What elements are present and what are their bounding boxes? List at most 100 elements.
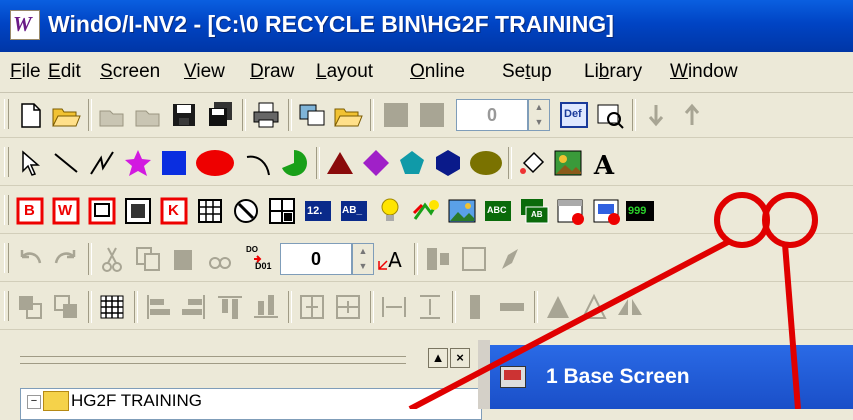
- bit-button-icon[interactable]: B: [14, 195, 46, 227]
- save-all-icon[interactable]: [204, 99, 236, 131]
- multi-state-lamp-icon[interactable]: [266, 195, 298, 227]
- redo-icon: [50, 243, 82, 275]
- menu-screen[interactable]: Screen: [100, 61, 160, 83]
- align-bottom-edges-icon: [250, 291, 282, 323]
- print-icon[interactable]: [250, 99, 282, 131]
- toolbar-grip[interactable]: [4, 195, 9, 225]
- hexagon-tool-icon[interactable]: [432, 147, 464, 179]
- menu-setup[interactable]: Setup: [502, 61, 552, 83]
- multi-button-icon[interactable]: [122, 195, 154, 227]
- menu-online[interactable]: Online: [410, 61, 465, 83]
- base-screen-window[interactable]: 1 Base Screen: [490, 345, 853, 409]
- align-top-edges-icon: [214, 291, 246, 323]
- device-address-icon[interactable]: DO D01: [242, 243, 274, 275]
- message-display-icon[interactable]: ABC: [482, 195, 514, 227]
- panel-minimize-button[interactable]: ▲: [428, 348, 448, 368]
- copy-icon: [132, 243, 164, 275]
- triangle-tool-icon[interactable]: [324, 147, 356, 179]
- save-icon[interactable]: [168, 99, 200, 131]
- project-icon[interactable]: [296, 99, 328, 131]
- font-size-input[interactable]: 0: [280, 243, 352, 275]
- goto-screen-button-icon[interactable]: [86, 195, 118, 227]
- calendar-display-icon[interactable]: [554, 195, 586, 227]
- pilot-lamp-icon[interactable]: [230, 195, 262, 227]
- toolbar-grip[interactable]: [4, 243, 9, 273]
- flip-icon: [614, 291, 646, 323]
- project-tree: − HG2F TRAINING: [20, 388, 482, 420]
- stepper-down-icon[interactable]: ▼: [353, 259, 373, 274]
- numerical-display-icon[interactable]: 12.: [302, 195, 334, 227]
- pentagon-tool-icon[interactable]: [396, 147, 428, 179]
- send-back-icon: [50, 291, 82, 323]
- preview-icon[interactable]: [594, 99, 626, 131]
- title-bar[interactable]: W WindO/I-NV2 - [C:\0 RECYCLE BIN\HG2F T…: [0, 0, 853, 52]
- panel-grip[interactable]: [20, 356, 406, 364]
- character-display-icon[interactable]: AB_: [338, 195, 370, 227]
- menu-bar: File Edit Screen View Draw Layout Online Setup L…: [0, 52, 853, 93]
- paint-fill-icon[interactable]: [516, 147, 548, 179]
- text-resize-icon[interactable]: A: [376, 243, 408, 275]
- key-button-icon[interactable]: K: [158, 195, 190, 227]
- toolbar-parts: B W K 12. AB_ ABC AB 999: [0, 189, 853, 234]
- screen-number-stepper[interactable]: ▲ ▼: [528, 99, 550, 131]
- picture-tool-icon[interactable]: [552, 147, 584, 179]
- counter-display-icon[interactable]: 999: [626, 195, 654, 227]
- tree-item-root[interactable]: HG2F TRAINING: [71, 391, 202, 411]
- open-folder-icon[interactable]: [50, 99, 82, 131]
- arc-tool-icon[interactable]: [242, 147, 274, 179]
- rectangle-tool-icon[interactable]: [158, 147, 190, 179]
- app-icon[interactable]: W: [10, 10, 40, 40]
- pie-tool-icon[interactable]: [278, 147, 310, 179]
- grid-keypad-icon[interactable]: [194, 195, 226, 227]
- word-button-icon[interactable]: W: [50, 195, 82, 227]
- diamond-tool-icon[interactable]: [360, 147, 392, 179]
- transfer-up-icon: [676, 99, 708, 131]
- octagon-tool-icon[interactable]: [468, 147, 504, 179]
- line-tool-icon[interactable]: [50, 147, 82, 179]
- center-horizontal-icon: [296, 291, 328, 323]
- stepper-up-icon[interactable]: ▲: [529, 100, 549, 115]
- panel-divider[interactable]: [478, 340, 490, 409]
- toolbar-grip[interactable]: [4, 99, 9, 129]
- center-vertical-icon: [332, 291, 364, 323]
- font-size-stepper[interactable]: ▲ ▼: [352, 243, 374, 275]
- stepper-up-icon[interactable]: ▲: [353, 244, 373, 259]
- ellipse-tool-icon[interactable]: [194, 147, 236, 179]
- menu-edit[interactable]: Edit: [48, 61, 81, 83]
- bar-graph-display-icon[interactable]: [590, 195, 622, 227]
- align-left-edges-icon: [142, 291, 174, 323]
- grid-toggle-icon[interactable]: [96, 291, 128, 323]
- paste-icon: [168, 243, 200, 275]
- screen-number-input[interactable]: 0: [456, 99, 528, 131]
- toolbar-grip[interactable]: [4, 291, 9, 321]
- space-vertical-icon: [414, 291, 446, 323]
- transfer-down-icon: [640, 99, 672, 131]
- stepper-down-icon[interactable]: ▼: [529, 115, 549, 130]
- tree-expander[interactable]: −: [27, 395, 41, 409]
- select-arrow-icon[interactable]: [14, 147, 46, 179]
- space-horizontal-icon: [378, 291, 410, 323]
- svg-text:A: A: [593, 151, 615, 179]
- def-screen-icon[interactable]: Def: [558, 99, 590, 131]
- same-height-icon: [460, 291, 492, 323]
- menu-library[interactable]: Library: [584, 61, 642, 83]
- undo-icon: [14, 243, 46, 275]
- picture-display-icon[interactable]: [446, 195, 478, 227]
- new-file-icon[interactable]: [14, 99, 46, 131]
- menu-file[interactable]: File: [10, 61, 41, 83]
- open-project-icon[interactable]: [332, 99, 364, 131]
- star-tool-icon[interactable]: [122, 147, 154, 179]
- screen-window-icon: [500, 366, 526, 388]
- menu-layout[interactable]: Layout: [316, 61, 373, 83]
- polyline-tool-icon[interactable]: [86, 147, 118, 179]
- menu-draw[interactable]: Draw: [250, 61, 294, 83]
- cut-icon: [96, 243, 128, 275]
- menu-view[interactable]: View: [184, 61, 225, 83]
- toolbar-grip[interactable]: [4, 147, 9, 177]
- menu-window[interactable]: Window: [670, 61, 738, 83]
- text-tool-icon[interactable]: A: [588, 147, 620, 179]
- panel-close-button[interactable]: ×: [450, 348, 470, 368]
- lightbulb-icon[interactable]: [374, 195, 406, 227]
- message-switching-icon[interactable]: AB: [518, 195, 550, 227]
- alarm-list-icon[interactable]: [410, 195, 442, 227]
